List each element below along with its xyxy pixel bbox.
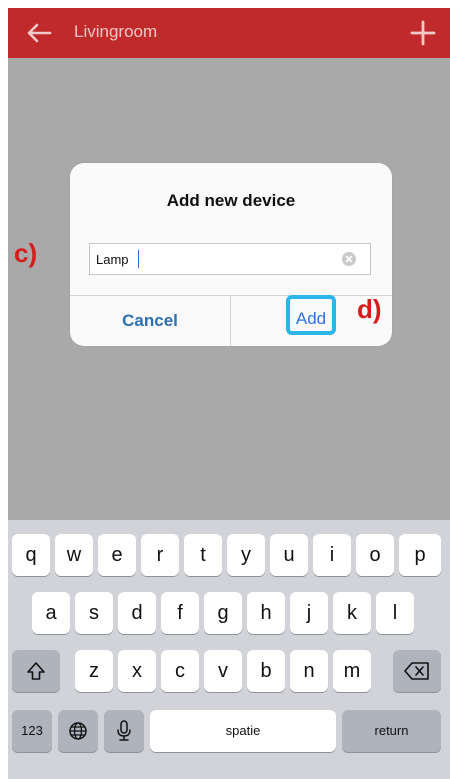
on-screen-keyboard: q w e r t y u i o p a s d f g h j k l z … [8, 520, 450, 779]
key-t[interactable]: t [184, 534, 222, 576]
key-m[interactable]: m [333, 650, 371, 692]
clear-text-icon[interactable] [342, 252, 356, 266]
key-o[interactable]: o [356, 534, 394, 576]
key-g[interactable]: g [204, 592, 242, 634]
key-p[interactable]: p [399, 534, 441, 576]
numbers-key[interactable]: 123 [12, 710, 52, 752]
text-caret [138, 250, 139, 268]
space-key[interactable]: spatie [150, 710, 336, 752]
key-u[interactable]: u [270, 534, 308, 576]
key-e[interactable]: e [98, 534, 136, 576]
top-app-bar: Livingroom [8, 8, 450, 58]
microphone-icon [117, 720, 131, 741]
key-d[interactable]: d [118, 592, 156, 634]
add-button[interactable]: Add [286, 295, 336, 335]
key-z[interactable]: z [75, 650, 113, 692]
key-a[interactable]: a [32, 592, 70, 634]
arrow-left-icon[interactable] [26, 22, 52, 44]
dialog-title: Add new device [166, 191, 296, 210]
annotation-c: c) [14, 238, 38, 268]
key-c[interactable]: c [161, 650, 199, 692]
key-r[interactable]: r [141, 534, 179, 576]
globe-key[interactable] [58, 710, 98, 752]
key-l[interactable]: l [376, 592, 414, 634]
key-w[interactable]: w [55, 534, 93, 576]
key-f[interactable]: f [161, 592, 199, 634]
backspace-icon [404, 662, 429, 680]
key-y[interactable]: y [227, 534, 265, 576]
key-i[interactable]: i [313, 534, 351, 576]
key-h[interactable]: h [247, 592, 285, 634]
cancel-button[interactable]: Cancel [70, 296, 230, 346]
return-key[interactable]: return [342, 710, 441, 752]
page-title: Livingroom [74, 22, 158, 41]
key-v[interactable]: v [204, 650, 242, 692]
annotation-d: d) [357, 294, 382, 324]
key-j[interactable]: j [290, 592, 328, 634]
backspace-key[interactable] [393, 650, 441, 692]
device-name-value: Lamp [96, 252, 129, 267]
key-s[interactable]: s [75, 592, 113, 634]
key-x[interactable]: x [118, 650, 156, 692]
shift-icon [27, 662, 45, 680]
device-name-input[interactable]: Lamp [89, 243, 371, 275]
key-k[interactable]: k [333, 592, 371, 634]
key-q[interactable]: q [12, 534, 50, 576]
microphone-key[interactable] [104, 710, 144, 752]
globe-icon [69, 722, 87, 740]
key-b[interactable]: b [247, 650, 285, 692]
plus-icon[interactable] [410, 20, 436, 46]
key-n[interactable]: n [290, 650, 328, 692]
divider [230, 296, 231, 346]
shift-key[interactable] [12, 650, 60, 692]
add-device-dialog: Add new device Lamp Cancel Add [70, 163, 392, 346]
